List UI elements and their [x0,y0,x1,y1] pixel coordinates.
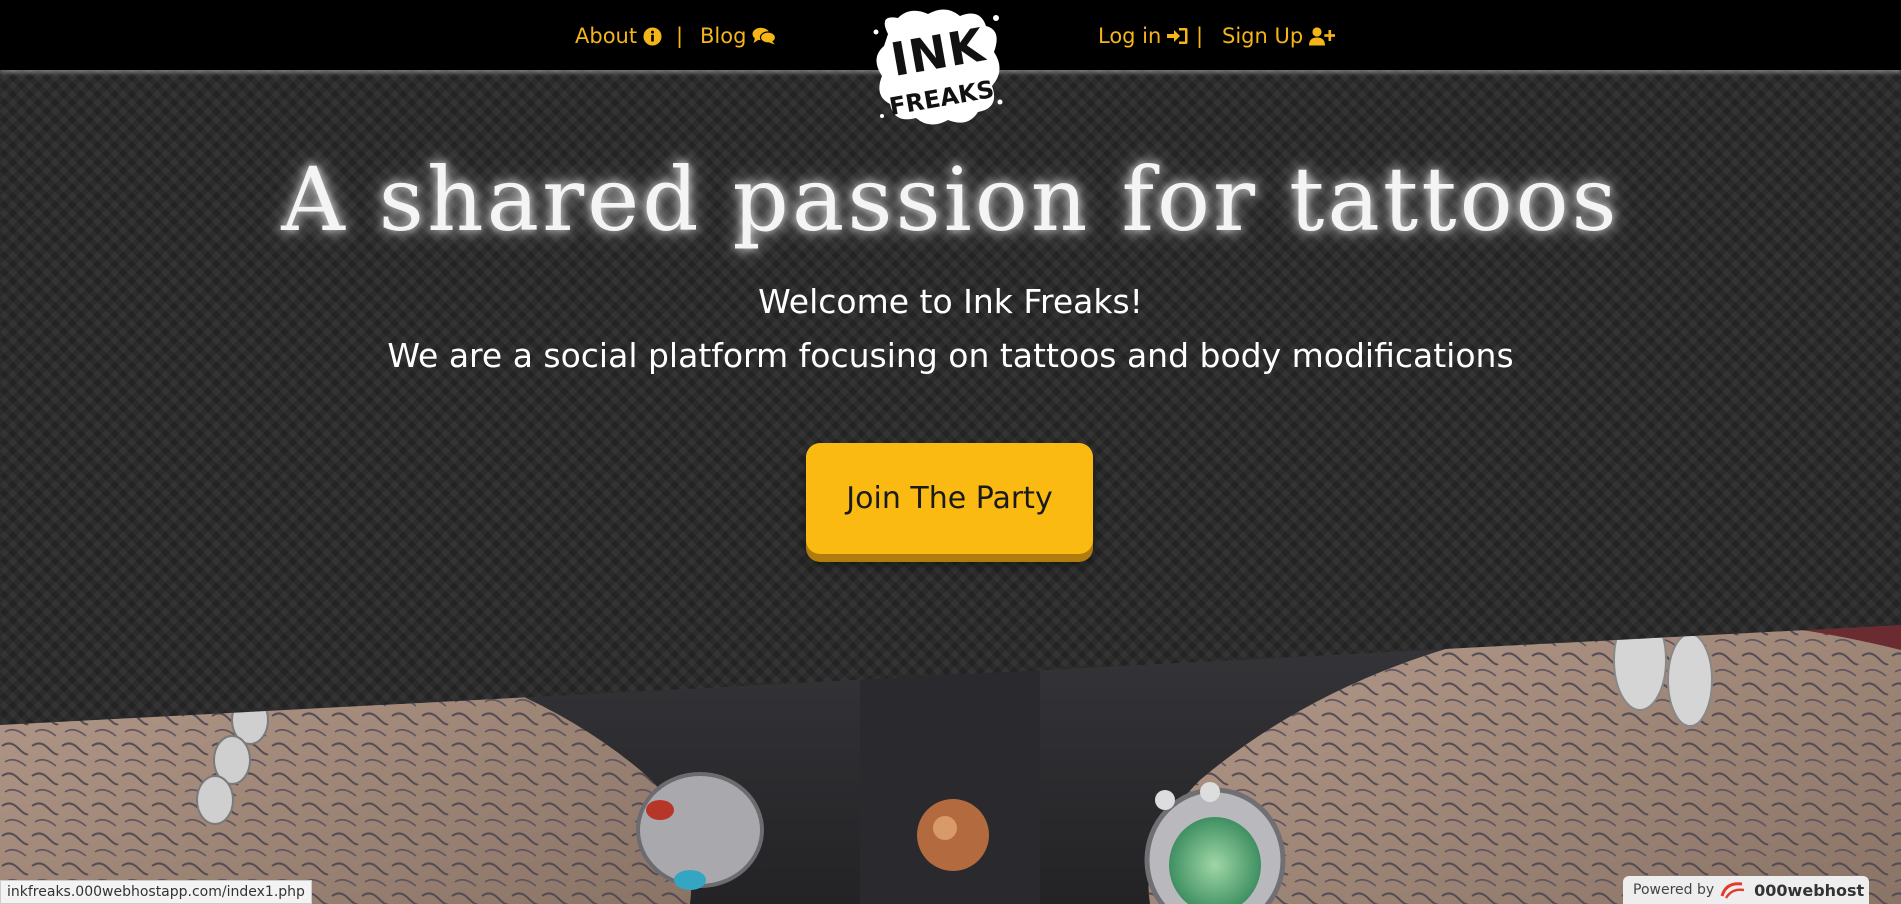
nav-login-label: Log in [1098,24,1162,48]
status-bar-url: inkfreaks.000webhostapp.com/index1.php [0,880,312,904]
nav-signup-link[interactable]: Sign Up [1222,24,1336,48]
nav-signup-label: Sign Up [1222,24,1304,48]
nav-separator-right: | [1196,24,1204,48]
user-plus-icon [1309,26,1336,45]
powered-by-label: Powered by [1633,882,1715,898]
info-icon [643,26,662,46]
nav-about-link[interactable]: About [575,24,662,48]
powered-by-badge[interactable]: Powered by 000webhost [1623,876,1869,904]
nav-separator-left: | [676,24,684,48]
join-the-party-button[interactable]: Join The Party [806,443,1093,554]
hero-welcome-text: Welcome to Ink Freaks! [758,282,1143,321]
nav-login-link[interactable]: Log in [1098,24,1188,48]
hero-headline: A shared passion for tattoos [281,148,1620,251]
nav-blog-link[interactable]: Blog [700,24,777,48]
comments-icon [752,27,777,45]
sign-in-icon [1167,28,1188,44]
ink-freaks-logo[interactable]: INK FREAKS [868,4,1006,130]
nav-about-label: About [575,24,638,48]
powered-by-brand: 000webhost [1754,880,1865,900]
hero-tagline: We are a social platform focusing on tat… [387,336,1514,375]
nav-blog-label: Blog [700,24,747,48]
webhost-logo-icon [1720,882,1745,899]
